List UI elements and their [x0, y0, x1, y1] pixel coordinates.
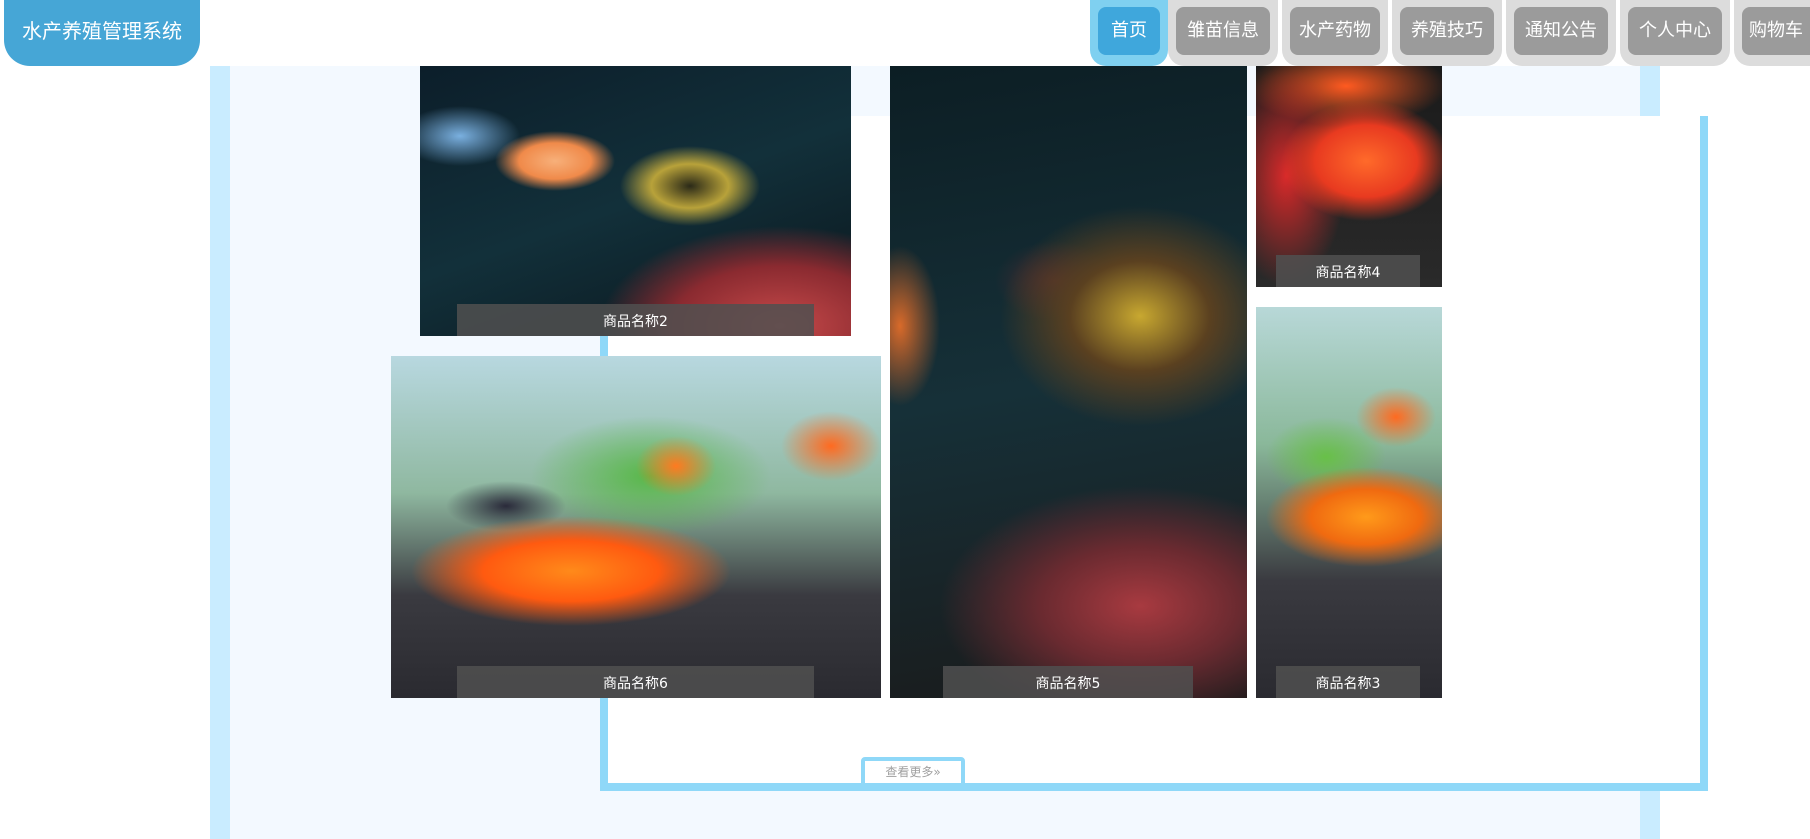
product-image: [1256, 66, 1442, 287]
product-card[interactable]: 商品名称6: [391, 356, 881, 698]
product-image: [391, 356, 881, 698]
product-image: [1256, 307, 1442, 698]
nav-item-home[interactable]: 首页: [1090, 0, 1168, 66]
product-caption: 商品名称6: [457, 666, 814, 698]
product-caption: 商品名称2: [457, 304, 814, 336]
nav-item-cart[interactable]: 购物车: [1734, 0, 1810, 66]
product-caption: 商品名称4: [1276, 255, 1420, 287]
product-card[interactable]: 商品名称3: [1256, 307, 1442, 698]
product-image: [890, 66, 1247, 698]
content-panel: 商品名称2 商品名称6 商品名称5 商品名称4 商品名称3: [210, 66, 1708, 839]
product-caption: 商品名称3: [1276, 666, 1420, 698]
nav-item-label: 通知公告: [1514, 7, 1608, 55]
nav-item-label: 雏苗信息: [1176, 7, 1270, 55]
product-card[interactable]: 商品名称4: [1256, 66, 1442, 287]
view-more-button[interactable]: 查看更多»: [861, 757, 965, 787]
nav-item-aquatic-medicine[interactable]: 水产药物: [1282, 0, 1388, 66]
product-card[interactable]: 商品名称2: [420, 66, 851, 336]
product-card[interactable]: 商品名称5: [890, 66, 1247, 698]
nav-item-breeding-tips[interactable]: 养殖技巧: [1392, 0, 1502, 66]
header: 水产养殖管理系统 首页 雏苗信息 水产药物 养殖技巧 通知公告 个人中心 购物车: [0, 0, 1810, 66]
product-caption: 商品名称5: [943, 666, 1193, 698]
nav-item-label: 首页: [1098, 7, 1160, 55]
nav-item-announcements[interactable]: 通知公告: [1506, 0, 1616, 66]
app-title[interactable]: 水产养殖管理系统: [4, 0, 200, 66]
product-image: [420, 66, 851, 336]
nav-item-seedling-info[interactable]: 雏苗信息: [1168, 0, 1278, 66]
nav-item-label: 水产药物: [1290, 7, 1380, 55]
nav-item-label: 购物车: [1742, 7, 1810, 55]
nav-item-user-center[interactable]: 个人中心: [1620, 0, 1730, 66]
nav-item-label: 养殖技巧: [1400, 7, 1494, 55]
double-chevron-right-icon: »: [933, 765, 941, 779]
nav-item-label: 个人中心: [1628, 7, 1722, 55]
view-more-label: 查看更多: [885, 765, 934, 779]
